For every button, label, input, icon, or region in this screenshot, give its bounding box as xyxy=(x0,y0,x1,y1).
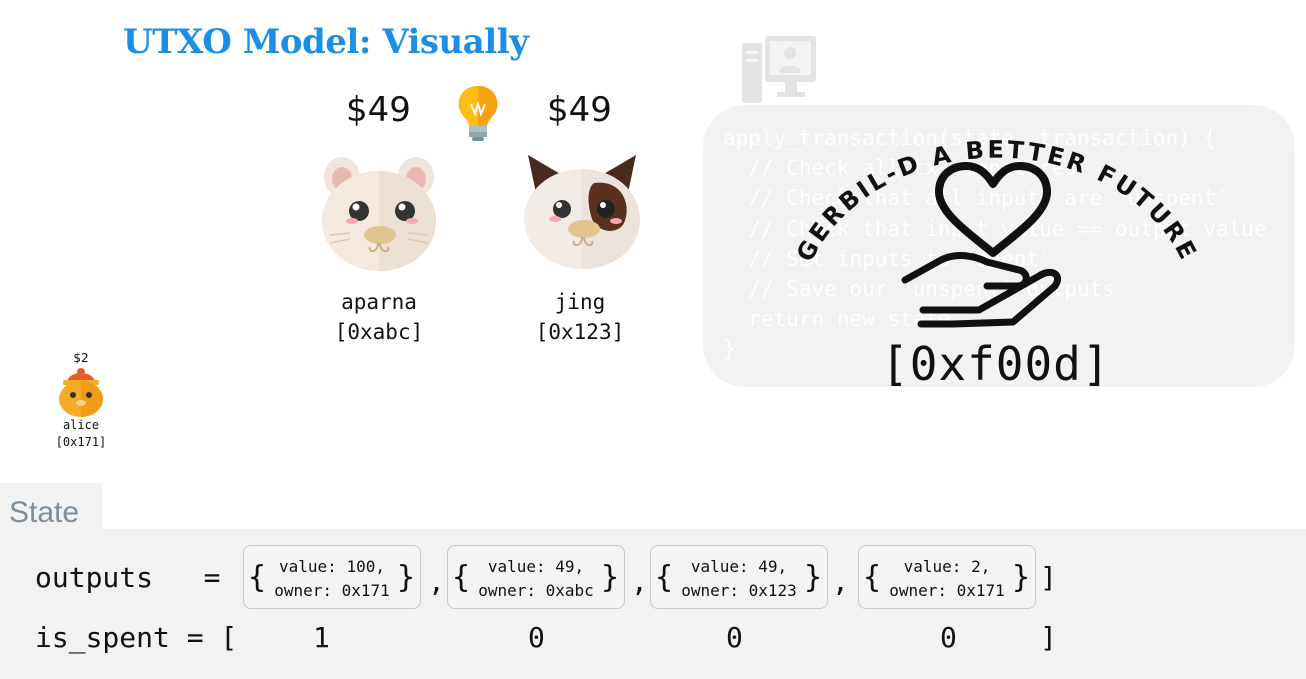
close-brace: } xyxy=(1012,560,1031,595)
output-text: value: 100, owner: 0x171 xyxy=(257,555,407,603)
alice-avatar-icon xyxy=(59,368,103,417)
gerbil-d-logo: GERBIL-D A BETTER FUTURE xyxy=(791,136,1200,328)
computer-icon xyxy=(742,36,816,103)
jing-avatar-icon xyxy=(524,155,640,269)
jing-name: jing xyxy=(554,290,606,314)
jing-balance: $49 xyxy=(547,90,612,130)
is-spent-value: 0 xyxy=(528,621,545,654)
aparna-avatar-icon xyxy=(322,157,436,271)
output-text: value: 49, owner: 0x123 xyxy=(664,555,814,603)
is-spent-label: is_spent = [ xyxy=(35,621,238,654)
outputs-label: outputs = [ xyxy=(35,561,255,594)
state-label: State xyxy=(9,496,80,529)
separator: , xyxy=(631,565,648,598)
is-spent-close-bracket: ] xyxy=(1040,621,1057,654)
is-spent-value: 0 xyxy=(940,621,957,654)
output-value: value: 2, xyxy=(903,557,991,576)
outputs-close-bracket: ] xyxy=(1040,561,1057,594)
output-value: value: 100, xyxy=(279,557,385,576)
is-spent-value: 0 xyxy=(726,621,743,654)
jing-address: [0x123] xyxy=(535,320,625,344)
output-value: value: 49, xyxy=(487,557,585,576)
output-owner: owner: 0x171 xyxy=(274,581,390,600)
output-owner: owner: 0xabc xyxy=(478,581,594,600)
aparna-balance: $49 xyxy=(346,90,411,130)
code-line: } xyxy=(723,337,736,362)
separator: , xyxy=(832,565,849,598)
close-brace: } xyxy=(804,560,823,595)
alice-address: [0x171] xyxy=(55,435,107,449)
lightbulb-icon xyxy=(458,86,498,141)
alice-name: alice xyxy=(62,418,100,432)
contract-panel: apply_transaction(state, transaction) { … xyxy=(703,105,1295,387)
separator: , xyxy=(428,565,445,598)
output-text: value: 2, owner: 0x171 xyxy=(872,555,1022,603)
output-owner: owner: 0x171 xyxy=(889,581,1005,600)
contract-address: [0xf00d] xyxy=(881,337,1111,387)
aparna-address: [0xabc] xyxy=(334,320,424,344)
aparna-name: aparna xyxy=(341,290,417,314)
is-spent-value: 1 xyxy=(313,621,330,654)
output-text: value: 49, owner: 0xabc xyxy=(461,555,611,603)
output-owner: owner: 0x123 xyxy=(681,581,797,600)
output-value: value: 49, xyxy=(690,557,788,576)
close-brace: } xyxy=(601,560,620,595)
close-brace: } xyxy=(397,560,416,595)
page-title: UTXO Model: Visually xyxy=(123,22,529,62)
